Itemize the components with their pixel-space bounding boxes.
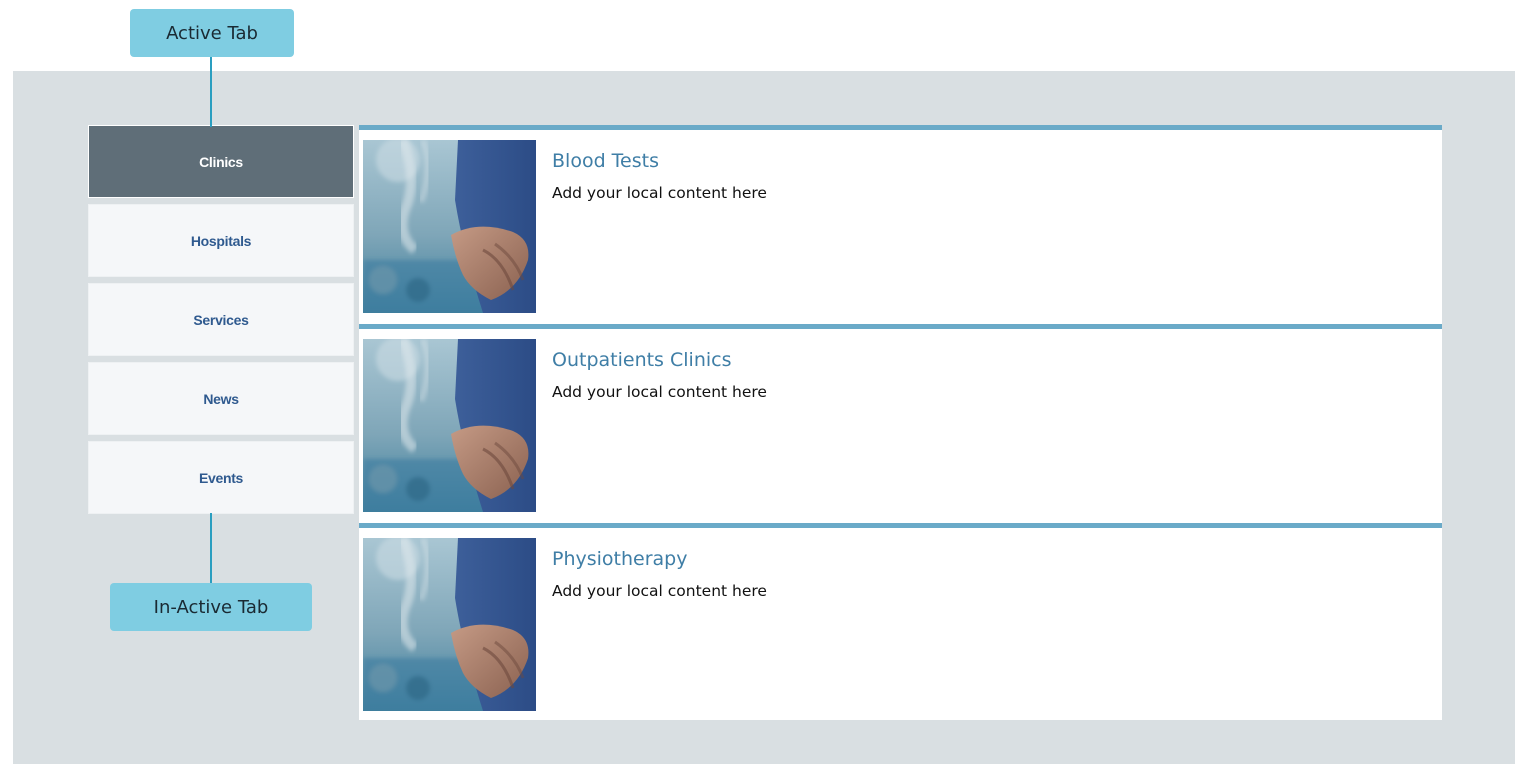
content-list: Blood Tests Add your local content here … bbox=[359, 125, 1442, 720]
tab-services[interactable]: Services bbox=[88, 283, 354, 356]
card-text: Add your local content here bbox=[552, 184, 767, 202]
card-title[interactable]: Outpatients Clinics bbox=[552, 349, 732, 371]
content-card: Blood Tests Add your local content here bbox=[359, 125, 1442, 324]
tab-news[interactable]: News bbox=[88, 362, 354, 435]
content-card: Physiotherapy Add your local content her… bbox=[359, 523, 1442, 720]
tab-clinics[interactable]: Clinics bbox=[88, 125, 354, 198]
card-title[interactable]: Physiotherapy bbox=[552, 548, 688, 570]
active-tab-callout: Active Tab bbox=[130, 9, 294, 57]
doctor-photo-image bbox=[363, 140, 536, 313]
card-title[interactable]: Blood Tests bbox=[552, 150, 659, 172]
card-text: Add your local content here bbox=[552, 582, 767, 600]
doctor-photo-image bbox=[363, 538, 536, 711]
inactive-tab-callout: In-Active Tab bbox=[110, 583, 312, 631]
inactive-tab-connector bbox=[210, 513, 212, 583]
card-text: Add your local content here bbox=[552, 383, 767, 401]
tab-events[interactable]: Events bbox=[88, 441, 354, 514]
tab-list: Clinics Hospitals Services News Events bbox=[88, 125, 354, 520]
active-tab-connector bbox=[210, 57, 212, 127]
content-card: Outpatients Clinics Add your local conte… bbox=[359, 324, 1442, 523]
doctor-photo-image bbox=[363, 339, 536, 512]
tab-hospitals[interactable]: Hospitals bbox=[88, 204, 354, 277]
